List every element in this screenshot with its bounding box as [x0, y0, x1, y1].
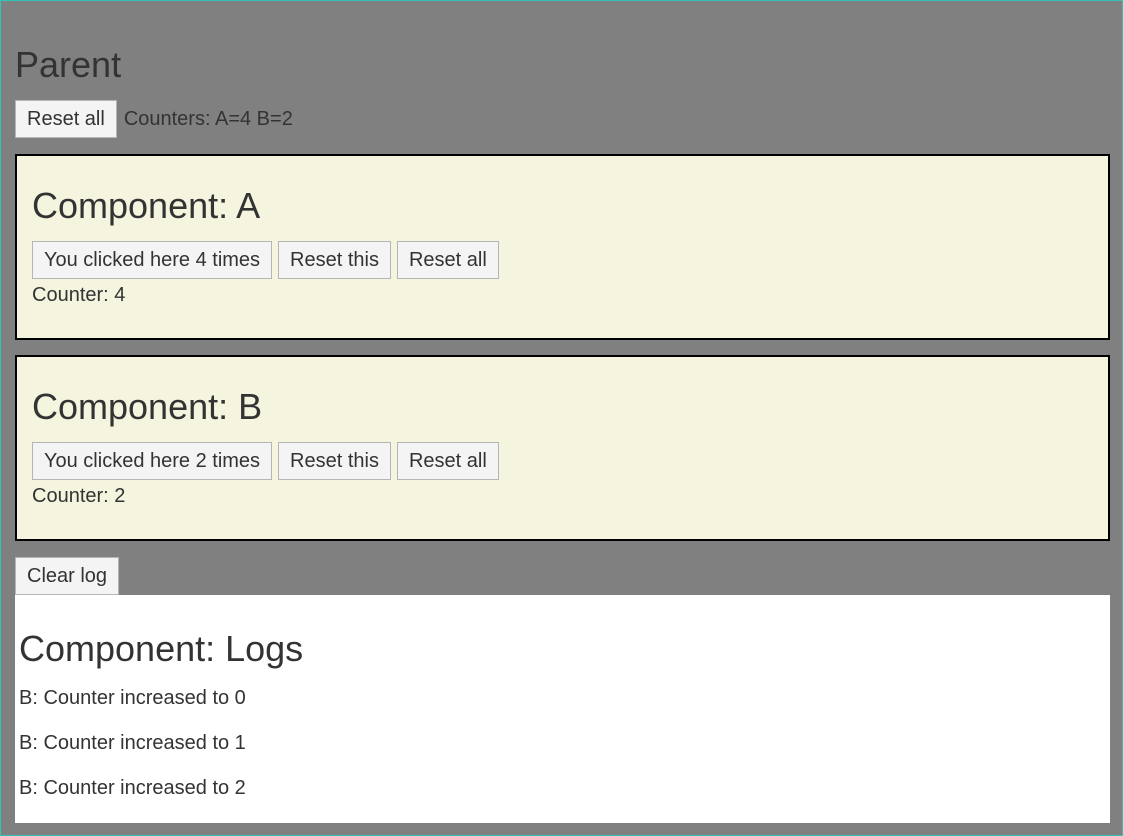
clear-log-row: Clear log [15, 557, 120, 595]
component-a-reset-all-button[interactable]: Reset all [396, 241, 499, 279]
component-b-buttons: You clicked here 2 times Reset this Rese… [32, 442, 499, 480]
counters-summary: Counters: A=4 B=2 [123, 108, 293, 130]
parent-controls: Reset all Counters: A=4 B=2 [15, 100, 293, 138]
parent-reset-all-button[interactable]: Reset all [15, 100, 117, 138]
log-entry: B: Counter increased to 1 [19, 732, 246, 754]
logs-title: Component: Logs [19, 628, 304, 669]
component-b-panel: Component: B You clicked here 2 times Re… [15, 355, 1110, 541]
component-a-click-button[interactable]: You clicked here 4 times [32, 241, 273, 279]
component-a-title: Component: A [32, 185, 261, 226]
parent-title: Parent [15, 44, 122, 85]
log-list: B: Counter increased to 0 B: Counter inc… [19, 686, 246, 821]
component-a-counter: Counter: 4 [32, 284, 126, 306]
component-b-click-button[interactable]: You clicked here 2 times [32, 442, 273, 480]
component-b-title: Component: B [32, 386, 263, 427]
component-b-counter: Counter: 2 [32, 485, 126, 507]
component-a-reset-this-button[interactable]: Reset this [278, 241, 391, 279]
logs-panel: Component: Logs B: Counter increased to … [15, 595, 1110, 823]
log-entry: B: Counter increased to 0 [19, 687, 246, 709]
log-entry: B: Counter increased to 2 [19, 777, 246, 799]
component-a-panel: Component: A You clicked here 4 times Re… [15, 154, 1110, 340]
component-b-reset-all-button[interactable]: Reset all [396, 442, 499, 480]
component-b-reset-this-button[interactable]: Reset this [278, 442, 391, 480]
clear-log-button[interactable]: Clear log [15, 557, 120, 595]
component-a-buttons: You clicked here 4 times Reset this Rese… [32, 241, 499, 279]
